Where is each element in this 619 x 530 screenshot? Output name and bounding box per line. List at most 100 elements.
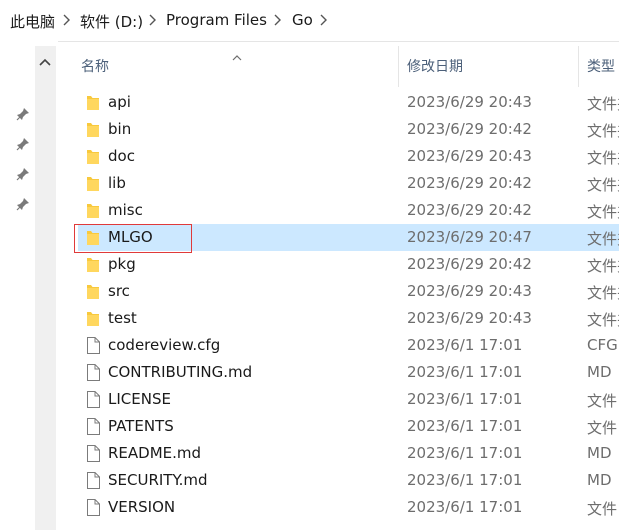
folder-icon bbox=[85, 202, 101, 219]
file-name: bin bbox=[108, 120, 132, 138]
file-type: 文件夹 bbox=[587, 122, 619, 140]
file-icon bbox=[85, 445, 101, 462]
folder-icon bbox=[85, 121, 101, 138]
file-type: 文件 bbox=[587, 419, 618, 437]
table-row[interactable]: PATENTS 2023/6/1 17:01 文件 bbox=[78, 413, 619, 440]
sort-ascending-icon bbox=[232, 46, 242, 61]
modified-date: 2023/6/1 17:01 bbox=[407, 363, 523, 381]
file-icon bbox=[85, 391, 101, 408]
column-header-modified[interactable]: 修改日期 bbox=[407, 56, 463, 76]
table-row[interactable]: codereview.cfg 2023/6/1 17:01 CFG bbox=[78, 332, 619, 359]
folder-icon bbox=[85, 310, 101, 327]
file-name: test bbox=[108, 309, 137, 327]
file-name: api bbox=[108, 93, 131, 111]
modified-date: 2023/6/1 17:01 bbox=[407, 336, 523, 354]
table-row[interactable]: README.md 2023/6/1 17:01 MD bbox=[78, 440, 619, 467]
file-type: MD bbox=[587, 471, 612, 489]
folder-icon bbox=[85, 256, 101, 273]
pin-icon[interactable] bbox=[16, 106, 30, 121]
column-header-name[interactable]: 名称 bbox=[81, 56, 109, 76]
table-row[interactable]: CONTRIBUTING.md 2023/6/1 17:01 MD bbox=[78, 359, 619, 386]
table-row[interactable]: test 2023/6/29 20:43 文件夹 bbox=[78, 305, 619, 332]
modified-date: 2023/6/1 17:01 bbox=[407, 444, 523, 462]
file-name: doc bbox=[108, 147, 135, 165]
file-name: codereview.cfg bbox=[108, 336, 221, 354]
file-type: MD bbox=[587, 363, 612, 381]
modified-date: 2023/6/29 20:42 bbox=[407, 174, 532, 192]
file-icon bbox=[85, 418, 101, 435]
chevron-right-icon[interactable] bbox=[61, 11, 73, 29]
column-header: 名称 修改日期 类型 bbox=[58, 41, 619, 87]
file-name: lib bbox=[108, 174, 126, 192]
breadcrumb-program-files[interactable]: Program Files bbox=[166, 11, 267, 29]
file-name: misc bbox=[108, 201, 143, 219]
file-type: 文件 bbox=[587, 392, 618, 410]
modified-date: 2023/6/29 20:42 bbox=[407, 120, 532, 138]
file-name: pkg bbox=[108, 255, 136, 273]
file-icon bbox=[85, 499, 101, 516]
file-type: 文件夹 bbox=[587, 176, 619, 194]
column-divider[interactable] bbox=[578, 46, 579, 87]
folder-icon bbox=[85, 94, 101, 111]
column-header-type[interactable]: 类型 bbox=[587, 56, 619, 76]
file-type: 文件夹 bbox=[587, 95, 619, 113]
file-type: CFG bbox=[587, 336, 618, 354]
file-name: PATENTS bbox=[108, 417, 174, 435]
chevron-right-icon[interactable] bbox=[147, 11, 159, 29]
folder-icon bbox=[85, 175, 101, 192]
table-row[interactable]: api 2023/6/29 20:43 文件夹 bbox=[78, 89, 619, 116]
table-row[interactable]: MLGO 2023/6/29 20:47 文件夹 bbox=[78, 224, 619, 251]
table-row[interactable]: VERSION 2023/6/1 17:01 文件 bbox=[78, 494, 619, 521]
folder-icon bbox=[85, 283, 101, 300]
modified-date: 2023/6/1 17:01 bbox=[407, 471, 523, 489]
chevron-right-icon[interactable] bbox=[318, 11, 330, 29]
modified-date: 2023/6/1 17:01 bbox=[407, 390, 523, 408]
address-bar[interactable]: 此电脑 软件 (D:) Program Files Go bbox=[0, 0, 619, 42]
nav-scrollbar[interactable] bbox=[35, 46, 56, 530]
modified-date: 2023/6/29 20:47 bbox=[407, 228, 532, 246]
modified-date: 2023/6/29 20:43 bbox=[407, 147, 532, 165]
file-name: src bbox=[108, 282, 130, 300]
folder-icon bbox=[85, 229, 101, 246]
table-row[interactable]: SECURITY.md 2023/6/1 17:01 MD bbox=[78, 467, 619, 494]
breadcrumb-drive-d[interactable]: 软件 (D:) bbox=[80, 11, 143, 32]
modified-date: 2023/6/29 20:42 bbox=[407, 201, 532, 219]
file-type: 文件夹 bbox=[587, 230, 619, 248]
file-type: 文件夹 bbox=[587, 203, 619, 221]
pin-icon[interactable] bbox=[16, 196, 30, 211]
modified-date: 2023/6/29 20:43 bbox=[407, 282, 532, 300]
modified-date: 2023/6/1 17:01 bbox=[407, 498, 523, 516]
table-row[interactable]: bin 2023/6/29 20:42 文件夹 bbox=[78, 116, 619, 143]
table-row[interactable]: lib 2023/6/29 20:42 文件夹 bbox=[78, 170, 619, 197]
table-row[interactable]: LICENSE 2023/6/1 17:01 文件 bbox=[78, 386, 619, 413]
file-icon bbox=[85, 364, 101, 381]
table-row[interactable]: pkg 2023/6/29 20:42 文件夹 bbox=[78, 251, 619, 278]
modified-date: 2023/6/1 17:01 bbox=[407, 417, 523, 435]
file-name: MLGO bbox=[108, 228, 153, 246]
modified-date: 2023/6/29 20:42 bbox=[407, 255, 532, 273]
folder-icon bbox=[85, 148, 101, 165]
table-row[interactable]: doc 2023/6/29 20:43 文件夹 bbox=[78, 143, 619, 170]
file-type: 文件 bbox=[587, 500, 618, 518]
file-icon bbox=[85, 472, 101, 489]
file-name: LICENSE bbox=[108, 390, 171, 408]
modified-date: 2023/6/29 20:43 bbox=[407, 309, 532, 327]
chevron-right-icon[interactable] bbox=[272, 11, 284, 29]
pin-icon[interactable] bbox=[16, 136, 30, 151]
modified-date: 2023/6/29 20:43 bbox=[407, 93, 532, 111]
file-name: README.md bbox=[108, 444, 202, 462]
file-type: 文件夹 bbox=[587, 257, 619, 275]
column-divider[interactable] bbox=[398, 46, 399, 87]
file-name: SECURITY.md bbox=[108, 471, 208, 489]
file-name: CONTRIBUTING.md bbox=[108, 363, 253, 381]
pin-icon[interactable] bbox=[16, 166, 30, 181]
file-name: VERSION bbox=[108, 498, 176, 516]
file-type: MD bbox=[587, 444, 612, 462]
table-row[interactable]: misc 2023/6/29 20:42 文件夹 bbox=[78, 197, 619, 224]
breadcrumb-this-pc[interactable]: 此电脑 bbox=[10, 11, 55, 32]
table-row[interactable]: src 2023/6/29 20:43 文件夹 bbox=[78, 278, 619, 305]
file-type: 文件夹 bbox=[587, 284, 619, 302]
file-icon bbox=[85, 337, 101, 354]
chevron-up-icon[interactable] bbox=[38, 52, 52, 66]
breadcrumb-go[interactable]: Go bbox=[292, 11, 313, 29]
